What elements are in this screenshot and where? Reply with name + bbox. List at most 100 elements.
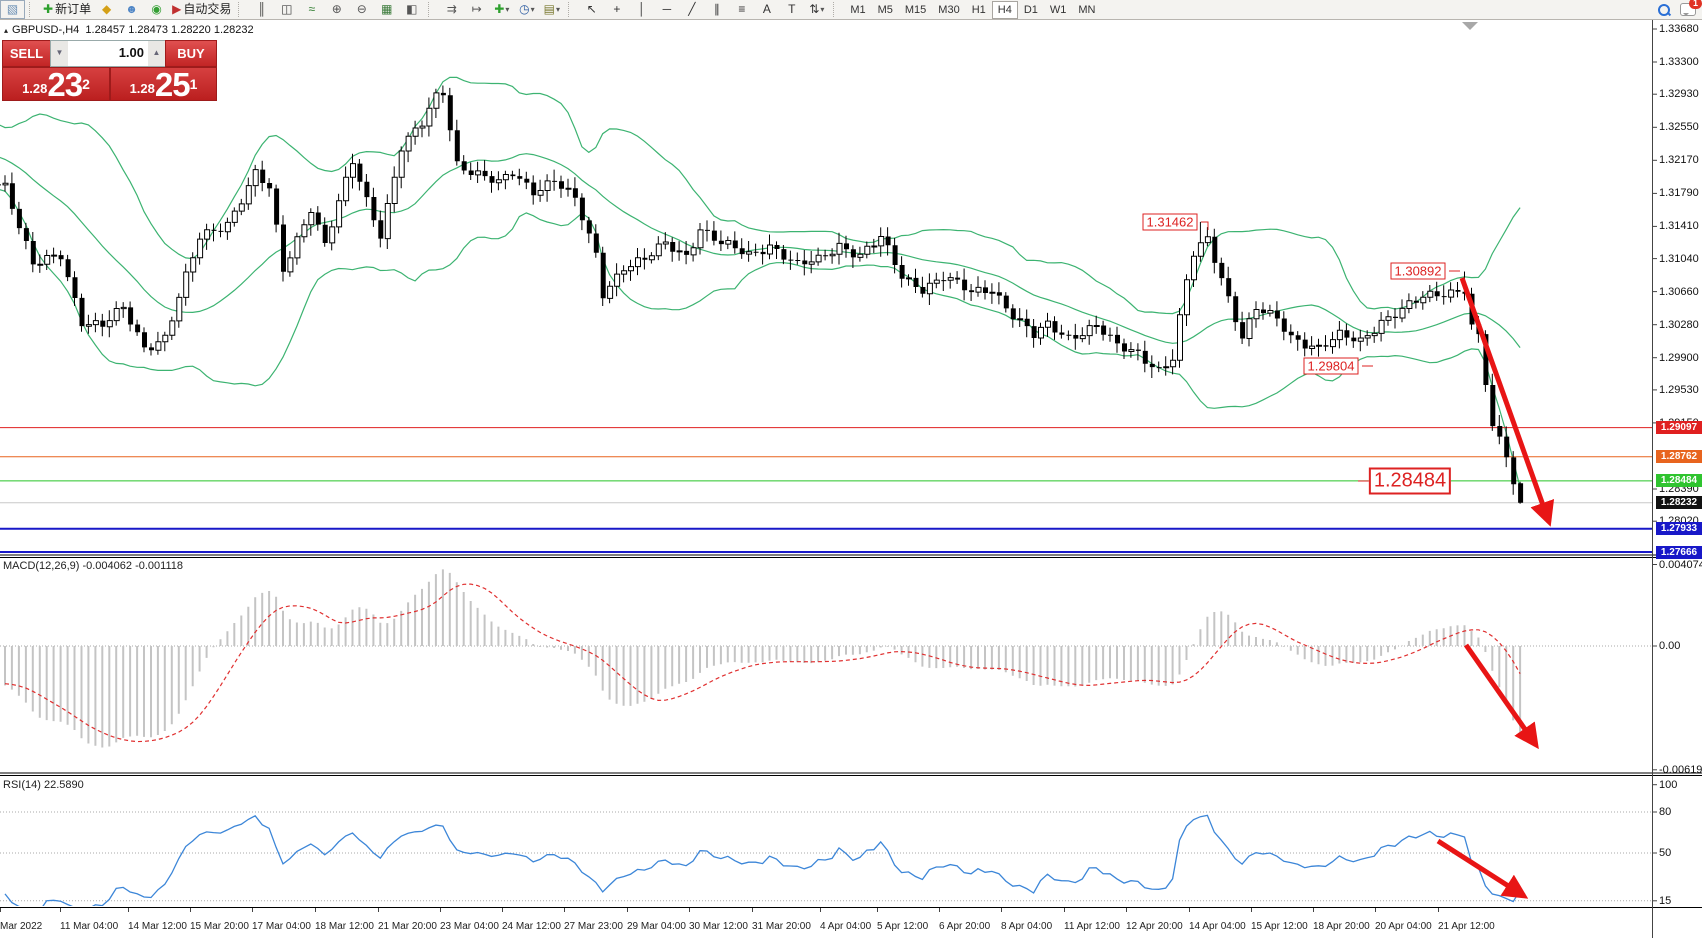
- time-tick: 27 Mar 23:00: [564, 921, 623, 932]
- periods-button-dropdown[interactable]: ▾: [531, 1, 535, 18]
- arrows-tool-button[interactable]: ⇅▾: [804, 0, 829, 19]
- search-icon[interactable]: [1658, 4, 1670, 16]
- cascade-windows-icon[interactable]: ◧: [399, 0, 424, 19]
- time-tick: 21 Apr 12:00: [1438, 921, 1495, 932]
- vertical-line-icon[interactable]: │: [629, 0, 654, 19]
- time-tick: Mar 2022: [0, 921, 42, 932]
- new-chart-icon: ▧: [7, 1, 18, 18]
- time-tick: 21 Mar 20:00: [378, 921, 437, 932]
- toolbar-separator: [568, 2, 576, 17]
- line-chart-icon[interactable]: ≈: [299, 0, 324, 19]
- rsi-tick: 15: [1659, 895, 1671, 907]
- price-tick: 1.29900: [1659, 352, 1699, 364]
- chart-title: ▴GBPUSD-,H4 1.28457 1.28473 1.28220 1.28…: [4, 24, 254, 36]
- chart-shift-icon[interactable]: ↦: [464, 0, 489, 19]
- price-tick: 1.31040: [1659, 253, 1699, 265]
- tile-windows-icon[interactable]: ▦: [374, 0, 399, 19]
- rsi-tick: 50: [1659, 847, 1671, 859]
- time-tick: 5 Apr 12:00: [877, 921, 928, 932]
- volume-up-button[interactable]: ▲: [148, 41, 165, 66]
- text-label-icon[interactable]: T: [779, 0, 804, 19]
- time-tick: 15 Mar 20:00: [190, 921, 249, 932]
- candlestick-icon[interactable]: ◫: [274, 0, 299, 19]
- timeframe-w1[interactable]: W1: [1044, 1, 1073, 19]
- price-tick: 1.30280: [1659, 319, 1699, 331]
- trendline-icon: ╱: [688, 1, 695, 18]
- price-annotation[interactable]: 1.29804: [1304, 358, 1359, 375]
- community-icon[interactable]: ☻: [119, 0, 144, 19]
- auto-scroll-icon: ⇉: [447, 1, 457, 18]
- price-level-badge: 1.27666: [1656, 546, 1702, 559]
- volume-input[interactable]: 1.00: [68, 41, 148, 66]
- crosshair-icon[interactable]: +: [604, 0, 629, 19]
- trendline-icon[interactable]: ╱: [679, 0, 704, 19]
- cascade-windows-icon: ◧: [406, 1, 417, 18]
- indicators-button[interactable]: ✚▾: [489, 0, 514, 19]
- auto-scroll-icon[interactable]: ⇉: [439, 0, 464, 19]
- buy-button[interactable]: BUY: [165, 40, 217, 67]
- one-click-trade-widget: SELL ▼ 1.00 ▲ BUY 1.28232 1.28251: [2, 40, 215, 99]
- channel-icon: ∥: [714, 1, 720, 18]
- price-level-badge: 1.28232: [1656, 496, 1702, 509]
- zoom-out-icon[interactable]: ⊖: [349, 0, 374, 19]
- macd-label: MACD(12,26,9) -0.004062 -0.001118: [3, 560, 183, 572]
- fibonacci-icon[interactable]: ≡: [729, 0, 754, 19]
- ask-price[interactable]: 1.28251: [110, 67, 217, 101]
- time-tick: 20 Apr 04:00: [1375, 921, 1432, 932]
- text-icon[interactable]: A: [754, 0, 779, 19]
- timeframe-mn[interactable]: MN: [1072, 1, 1101, 19]
- toolbar-separator: [833, 2, 841, 17]
- toolbar-separator: [428, 2, 436, 17]
- time-tick: 12 Apr 20:00: [1126, 921, 1183, 932]
- zoom-in-icon[interactable]: ⊕: [324, 0, 349, 19]
- time-tick: 4 Apr 04:00: [820, 921, 871, 932]
- timeframe-d1[interactable]: D1: [1018, 1, 1044, 19]
- timeframe-h4[interactable]: H4: [992, 1, 1018, 19]
- price-tick: 1.33300: [1659, 56, 1699, 68]
- indicators-button-dropdown[interactable]: ▾: [505, 1, 509, 18]
- price-level-badge: 1.27933: [1656, 522, 1702, 535]
- templates-button-dropdown[interactable]: ▾: [556, 1, 560, 18]
- autotrading-button-label: 自动交易: [183, 1, 231, 18]
- time-tick: 14 Apr 04:00: [1189, 921, 1246, 932]
- line-chart-icon: ≈: [309, 1, 316, 18]
- time-tick: 17 Mar 04:00: [252, 921, 311, 932]
- chart-quote: 1.28457 1.28473 1.28220 1.28232: [85, 24, 253, 36]
- zoom-in-icon: ⊕: [332, 1, 342, 18]
- price-annotation[interactable]: 1.31462: [1143, 214, 1198, 231]
- toolbar-right: 1: [1658, 3, 1696, 16]
- channel-icon[interactable]: ∥: [704, 0, 729, 19]
- time-tick: 30 Mar 12:00: [689, 921, 748, 932]
- arrows-tool-button-dropdown[interactable]: ▾: [820, 1, 824, 18]
- new-chart-icon[interactable]: ▧: [0, 0, 25, 19]
- timeframe-m5[interactable]: M5: [872, 1, 899, 19]
- time-tick: 29 Mar 04:00: [627, 921, 686, 932]
- time-tick: 11 Apr 12:00: [1064, 921, 1120, 932]
- timeframe-m30[interactable]: M30: [932, 1, 965, 19]
- bar-chart-icon[interactable]: ║: [249, 0, 274, 19]
- autotrading-button[interactable]: ▶自动交易: [169, 0, 234, 19]
- volume-down-button[interactable]: ▼: [51, 41, 68, 66]
- cursor-icon[interactable]: ↖: [579, 0, 604, 19]
- price-annotation[interactable]: 1.28484: [1369, 468, 1451, 495]
- price-annotation[interactable]: 1.30892: [1391, 263, 1446, 280]
- periods-button[interactable]: ◷▾: [514, 0, 539, 19]
- chat-icon[interactable]: 1: [1680, 3, 1696, 16]
- market-watch-icon[interactable]: ◆: [94, 0, 119, 19]
- price-tick: 1.32930: [1659, 88, 1699, 100]
- text-label-icon: T: [788, 1, 795, 18]
- autotrading-button: ▶: [172, 1, 181, 18]
- chart-shift-icon: ↦: [472, 1, 482, 18]
- time-tick: 24 Mar 12:00: [502, 921, 561, 932]
- timeframe-m15[interactable]: M15: [899, 1, 932, 19]
- timeframe-h1[interactable]: H1: [966, 1, 992, 19]
- horizontal-line-icon[interactable]: ─: [654, 0, 679, 19]
- new-order-button[interactable]: ✚新订单: [40, 0, 94, 19]
- periods-button: ◷: [519, 1, 529, 18]
- bid-price[interactable]: 1.28232: [2, 67, 110, 101]
- timeframe-m1[interactable]: M1: [844, 1, 871, 19]
- tile-windows-icon: ▦: [381, 1, 392, 18]
- signals-icon[interactable]: ◉: [144, 0, 169, 19]
- templates-button[interactable]: ▤▾: [539, 0, 564, 19]
- sell-button[interactable]: SELL: [2, 40, 51, 67]
